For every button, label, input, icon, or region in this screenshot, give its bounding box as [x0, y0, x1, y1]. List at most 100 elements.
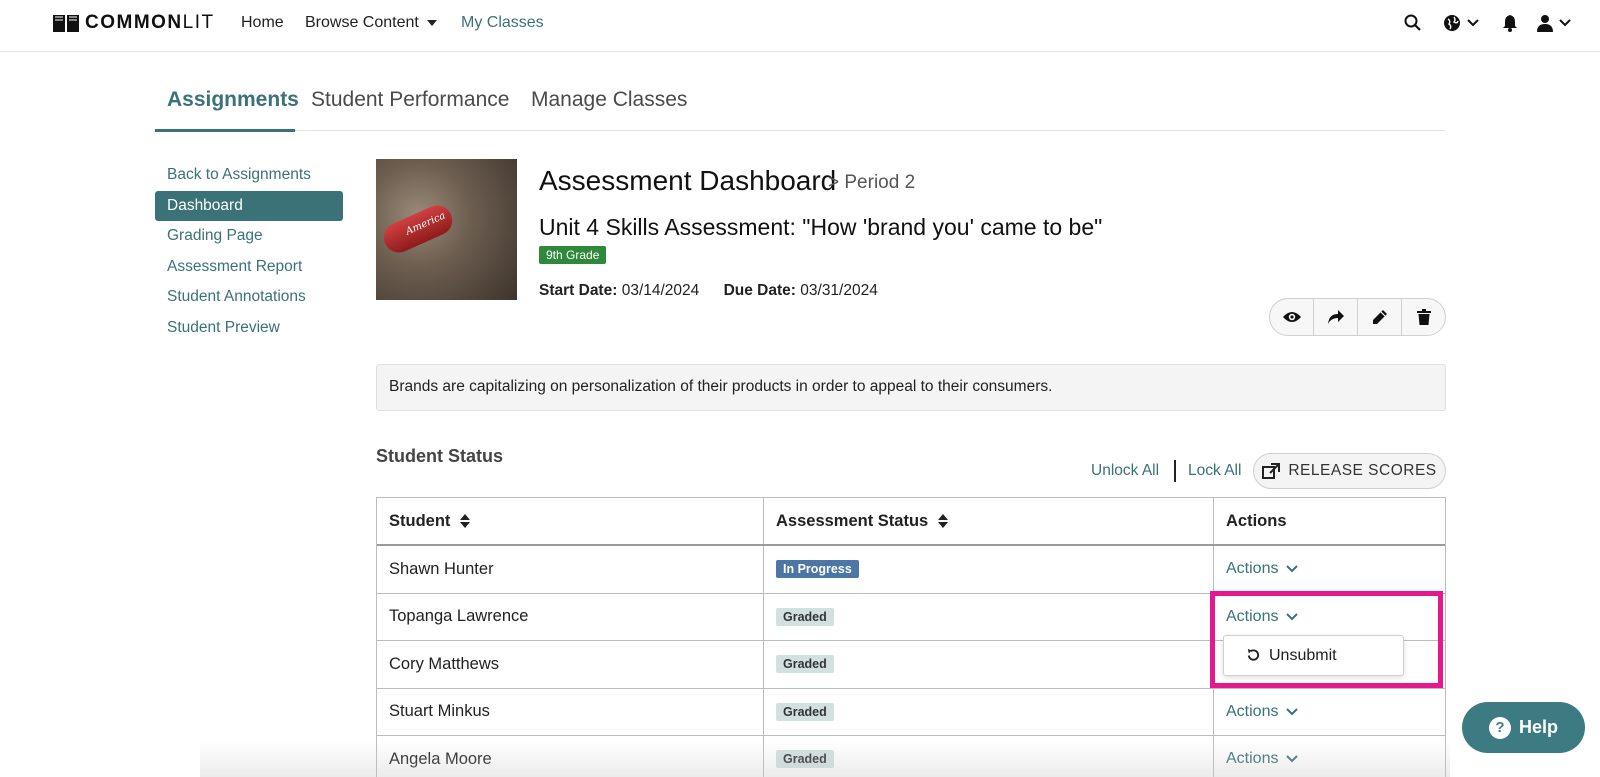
undo-icon — [1247, 648, 1260, 661]
chevron-down-icon — [1559, 19, 1571, 27]
release-scores-label: RELEASE SCORES — [1288, 462, 1437, 479]
chevron-down-icon — [1286, 565, 1299, 573]
status-header-label: Assessment Status — [776, 511, 929, 530]
student-header-label: Student — [389, 511, 451, 530]
nav-my-classes-link[interactable]: My Classes — [461, 14, 544, 32]
eye-icon — [1282, 312, 1301, 322]
actions-label: Actions — [1226, 702, 1279, 720]
chevron-down-icon — [1286, 613, 1299, 621]
share-button[interactable] — [1314, 299, 1358, 335]
chevron-down-icon — [1286, 708, 1299, 716]
link-divider — [1174, 460, 1176, 482]
share-arrow-icon — [1327, 310, 1344, 324]
top-navigation: COMMONLIT Home Browse Content My Classes — [0, 0, 1600, 52]
nav-browse-content[interactable]: Browse Content — [305, 14, 437, 32]
tab-manage-classes[interactable]: Manage Classes — [531, 88, 687, 126]
tab-assignments[interactable]: Assignments — [167, 88, 299, 126]
assignment-sidebar: Back to Assignments Dashboard Grading Pa… — [155, 160, 343, 343]
sidebar-item-student-annotations[interactable]: Student Annotations — [155, 282, 343, 313]
logo-wordmark-bold: COMMON — [85, 12, 183, 33]
student-name: Cory Matthews — [377, 641, 764, 688]
active-tab-indicator — [155, 129, 295, 132]
start-date-value: 03/14/2024 — [621, 282, 700, 299]
table-row: Shawn Hunter In Progress Actions — [377, 546, 1445, 594]
sidebar-item-grading-page[interactable]: Grading Page — [155, 221, 343, 252]
chevron-down-icon — [1286, 755, 1299, 763]
notifications-button[interactable] — [1502, 14, 1518, 32]
unsubmit-menu-item[interactable]: Unsubmit — [1223, 635, 1404, 676]
actions-header-label: Actions — [1226, 511, 1287, 530]
assignment-title: Unit 4 Skills Assessment: "How 'brand yo… — [539, 214, 1103, 240]
unlock-all-link[interactable]: Unlock All — [1091, 462, 1159, 480]
status-cell: In Progress — [764, 546, 1214, 593]
actions-dropdown-toggle[interactable]: Actions — [1226, 750, 1299, 768]
assignment-summary: Brands are capitalizing on personalizati… — [376, 364, 1446, 411]
help-button[interactable]: ? Help — [1462, 702, 1585, 753]
status-badge: Graded — [776, 607, 834, 626]
actions-cell: Actions — [1214, 736, 1445, 777]
grade-badge: 9th Grade — [539, 246, 607, 264]
sidebar-item-student-preview[interactable]: Student Preview — [155, 313, 343, 344]
status-cell: Graded — [764, 688, 1214, 735]
question-icon: ? — [1488, 716, 1511, 739]
lock-all-link[interactable]: Lock All — [1188, 462, 1241, 480]
nav-home-link[interactable]: Home — [241, 14, 284, 32]
tab-student-performance[interactable]: Student Performance — [311, 88, 509, 126]
assignment-action-bar — [1269, 298, 1446, 336]
actions-label: Actions — [1226, 750, 1279, 768]
start-date-label: Start Date: — [539, 282, 618, 299]
unsubmit-label: Unsubmit — [1269, 646, 1337, 664]
page-title: Assessment Dashboard — [539, 165, 837, 196]
student-name: Stuart Minkus — [377, 688, 764, 735]
student-name: Angela Moore — [377, 736, 764, 777]
chevron-down-icon — [1467, 19, 1479, 27]
actions-cell: Actions — [1214, 689, 1445, 736]
table-header-row: Student Assessment Status Actions — [377, 498, 1445, 546]
release-scores-button[interactable]: RELEASE SCORES — [1253, 453, 1446, 489]
delete-button[interactable] — [1402, 299, 1445, 335]
assignment-dates: Start Date: 03/14/2024 Due Date: 03/31/2… — [539, 282, 878, 300]
sort-icon — [938, 514, 949, 528]
assignment-thumbnail: America — [376, 159, 517, 300]
actions-cell: Actions — [1214, 594, 1445, 641]
status-cell: Graded — [764, 593, 1214, 640]
student-name: Shawn Hunter — [377, 546, 764, 593]
globe-icon — [1444, 15, 1460, 31]
edit-button[interactable] — [1358, 299, 1402, 335]
language-selector[interactable] — [1443, 14, 1479, 32]
sidebar-item-dashboard[interactable]: Dashboard — [155, 190, 343, 221]
caret-down-icon — [426, 20, 437, 26]
due-date-value: 03/31/2024 — [800, 282, 878, 299]
book-logo-icon — [53, 15, 79, 32]
search-button[interactable] — [1404, 14, 1422, 32]
status-badge: Graded — [776, 750, 834, 769]
student-column-header[interactable]: Student — [377, 498, 764, 544]
user-icon — [1537, 15, 1553, 32]
thumbnail-can-image: America — [379, 200, 457, 258]
user-menu[interactable] — [1537, 14, 1571, 32]
trash-icon — [1416, 309, 1431, 325]
status-cell: Graded — [764, 641, 1214, 688]
table-row: Angela Moore Graded Actions — [377, 736, 1445, 777]
class-tabs: Assignments Student Performance Manage C… — [155, 84, 1445, 132]
status-badge: In Progress — [776, 560, 859, 579]
commonlit-logo[interactable]: COMMONLIT — [51, 12, 215, 34]
external-share-icon — [1262, 463, 1281, 479]
sort-icon — [460, 514, 471, 528]
thumbnail-can-label: America — [404, 210, 448, 238]
student-status-heading: Student Status — [376, 446, 504, 466]
logo-wordmark-light: LIT — [182, 12, 215, 33]
status-cell: Graded — [764, 736, 1214, 777]
status-column-header[interactable]: Assessment Status — [764, 498, 1214, 544]
nav-browse-label: Browse Content — [305, 14, 419, 31]
status-badge: Graded — [776, 702, 834, 721]
sidebar-item-back-to-assignments[interactable]: Back to Assignments — [155, 160, 343, 191]
sidebar-item-assessment-report[interactable]: Assessment Report — [155, 252, 343, 283]
actions-dropdown-toggle[interactable]: Actions — [1226, 702, 1299, 721]
actions-dropdown-toggle[interactable]: Actions — [1226, 608, 1299, 626]
preview-button[interactable] — [1270, 299, 1314, 335]
period-breadcrumb: > Period 2 — [828, 172, 916, 193]
logo-wordmark: COMMONLIT — [85, 12, 215, 34]
actions-dropdown-toggle[interactable]: Actions — [1226, 560, 1299, 578]
table-row: Topanga Lawrence Graded Actions — [377, 593, 1445, 641]
